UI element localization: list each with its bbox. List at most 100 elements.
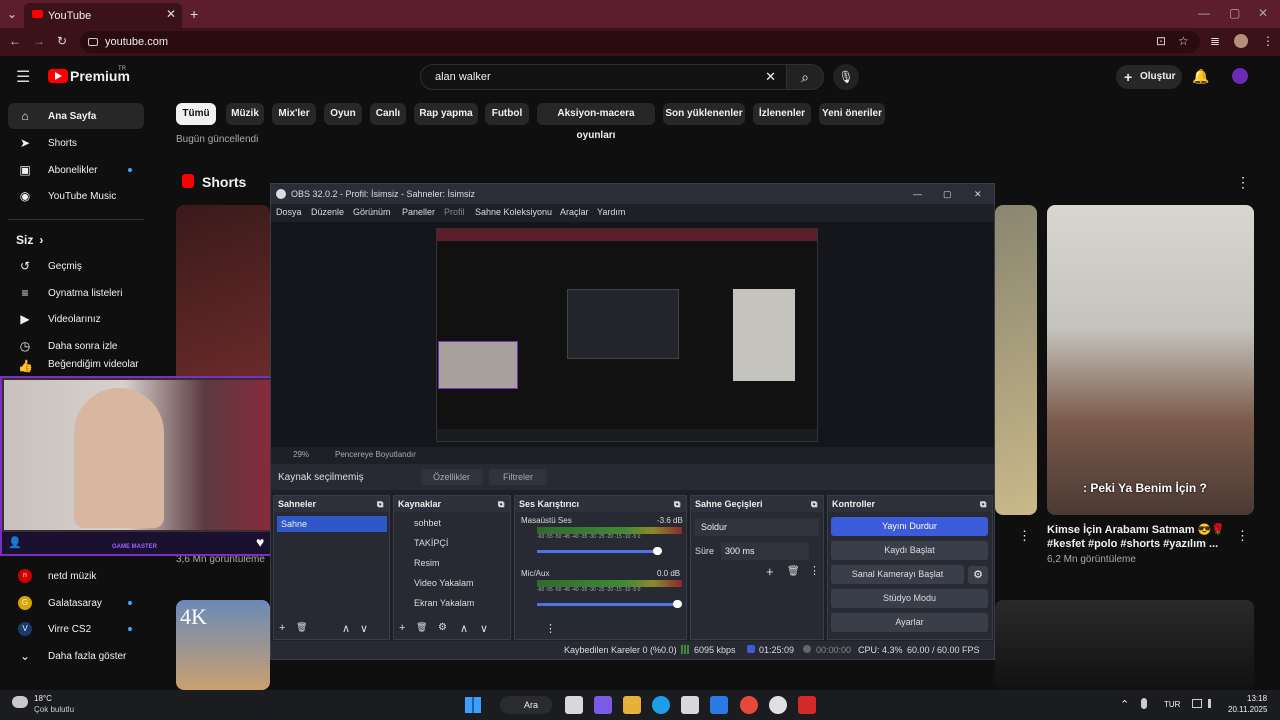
taskbar-search[interactable]: Ara [500, 696, 552, 714]
dock-float-icon[interactable]: ⧉ [377, 496, 383, 512]
url-field[interactable]: youtube.com [80, 31, 1200, 53]
stop-streaming-button[interactable]: Yayını Durdur [831, 517, 988, 536]
clear-search-icon[interactable]: ✕ [765, 65, 776, 89]
move-down-icon[interactable]: ∨ [480, 622, 488, 635]
show-more-button[interactable]: ⌄ Daha fazla göster [8, 643, 144, 669]
language-indicator[interactable]: TUR [1164, 700, 1180, 709]
menu-docks[interactable]: Paneller [402, 207, 435, 217]
install-icon[interactable]: ⊡ [1156, 34, 1166, 48]
app-icon[interactable] [798, 696, 816, 714]
sidebar-item-watch-later[interactable]: ◷ Daha sonra izle [8, 333, 144, 359]
move-up-icon[interactable]: ∧ [342, 622, 350, 635]
chip-action-adventure[interactable]: Aksiyon-macera oyunları [537, 103, 655, 141]
add-transition-icon[interactable]: + [766, 564, 774, 579]
transition-select[interactable]: Soldur [695, 518, 819, 536]
weather-icon[interactable] [12, 696, 28, 708]
notifications-bell-icon[interactable]: 🔔 [1192, 68, 1209, 85]
microphone-icon[interactable] [1141, 698, 1147, 709]
window-maximize-button[interactable]: ▢ [1229, 6, 1240, 20]
add-scene-icon[interactable]: + [279, 622, 285, 634]
studio-mode-button[interactable]: Stüdyo Modu [831, 589, 988, 608]
volume-slider[interactable] [537, 603, 679, 606]
hamburger-menu-icon[interactable]: ☰ [16, 67, 30, 87]
sidebar-item-shorts[interactable]: ➤ Shorts [8, 130, 144, 156]
start-recording-button[interactable]: Kaydı Başlat [831, 541, 988, 560]
zoom-fit-label[interactable]: Pencereye Boyutlandır [335, 450, 416, 459]
start-virtual-camera-button[interactable]: Sanal Kamerayı Başlat [831, 565, 964, 584]
source-item[interactable]: sohbet [396, 514, 512, 532]
windows-start-icon[interactable] [465, 697, 481, 713]
volume-slider-handle[interactable] [653, 547, 662, 555]
remove-source-icon[interactable]: 🗑 [416, 622, 427, 633]
sidebar-sub-netd[interactable]: n netd müzik [8, 563, 144, 589]
obs-taskbar-icon[interactable] [769, 696, 787, 714]
site-info-icon[interactable] [88, 38, 98, 46]
sidebar-item-history[interactable]: ↺ Geçmiş [8, 253, 144, 279]
remove-scene-icon[interactable]: 🗑 [296, 622, 307, 633]
short-right-menu-icon[interactable]: ⋮ [1236, 528, 1249, 544]
obs-minimize-button[interactable]: — [913, 184, 922, 204]
dock-float-icon[interactable]: ⧉ [980, 496, 986, 512]
chip-mixes[interactable]: Mix'ler [272, 103, 316, 125]
dock-float-icon[interactable]: ⧉ [498, 496, 504, 512]
dock-float-icon[interactable]: ⧉ [674, 496, 680, 512]
menu-edit[interactable]: Düzenle [311, 207, 344, 217]
chip-live[interactable]: Canlı [370, 103, 406, 125]
source-item[interactable]: Resim [396, 554, 512, 572]
mail-icon[interactable] [710, 696, 728, 714]
obs-preview[interactable] [271, 222, 994, 447]
video-thumbnail-4k[interactable]: 4K [176, 600, 270, 690]
account-avatar[interactable] [1232, 68, 1248, 84]
menu-view[interactable]: Görünüm [353, 207, 391, 217]
tray-overflow-icon[interactable]: ⌃ [1120, 698, 1129, 711]
short-thumbnail-mid[interactable] [995, 205, 1037, 515]
store-icon[interactable] [681, 696, 699, 714]
short-right-title[interactable]: Kimse İçin Arabamı Satmam 😎🌹 #kesfet #po… [1047, 523, 1227, 551]
media-control-icon[interactable]: ≣ [1210, 34, 1220, 48]
sidebar-sub-galatasaray[interactable]: G Galatasaray [8, 590, 144, 616]
chip-gaming[interactable]: Oyun [324, 103, 362, 125]
window-close-button[interactable]: ✕ [1258, 6, 1268, 20]
browser-menu-icon[interactable]: ⋮ [1262, 34, 1274, 48]
menu-file[interactable]: Dosya [276, 207, 302, 217]
source-settings-icon[interactable]: ⚙ [438, 622, 447, 633]
sidebar-item-playlists[interactable]: ≡ Oynatma listeleri [8, 280, 144, 306]
virtual-camera-settings-icon[interactable]: ⚙ [968, 566, 988, 584]
tab-menu-icon[interactable]: ⌄ [7, 7, 17, 21]
shorts-more-icon[interactable]: ⋮ [1236, 174, 1250, 191]
settings-button[interactable]: Ayarlar [831, 613, 988, 632]
edge-icon[interactable] [652, 696, 670, 714]
dock-float-icon[interactable]: ⧉ [811, 496, 817, 512]
source-item[interactable]: Ekran Yakalam [396, 594, 512, 612]
sidebar-item-your-videos[interactable]: ▶ Videolarınız [8, 306, 144, 332]
volume-slider-handle[interactable] [673, 600, 682, 608]
sidebar-item-subscriptions[interactable]: ▣ Abonelikler [8, 157, 144, 183]
sidebar-you-heading[interactable]: Siz › [8, 227, 144, 253]
source-item[interactable]: TAKİPÇİ [396, 534, 512, 552]
source-item[interactable]: Video Yakalam [396, 574, 512, 592]
properties-button[interactable]: Özellikler [421, 469, 483, 485]
chip-rap[interactable]: Rap yapma [414, 103, 478, 125]
add-source-icon[interactable]: + [399, 622, 405, 634]
task-view-icon[interactable] [565, 696, 583, 714]
sidebar-item-youtube-music[interactable]: ◉ YouTube Music [8, 183, 144, 209]
chip-football[interactable]: Futbol [485, 103, 529, 125]
youtube-logo-icon[interactable] [48, 69, 68, 83]
clock-date[interactable]: 20.11.2025 [1228, 705, 1267, 714]
forward-icon[interactable]: → [33, 34, 45, 48]
menu-tools[interactable]: Araçlar [560, 207, 589, 217]
new-tab-button[interactable]: + [190, 6, 198, 22]
search-button[interactable]: ⌕ [786, 64, 824, 90]
move-down-icon[interactable]: ∨ [360, 622, 368, 635]
profile-avatar[interactable] [1234, 34, 1248, 48]
remove-transition-icon[interactable]: 🗑 [787, 566, 800, 577]
tab-youtube[interactable]: YouTube ✕ [24, 3, 182, 28]
copilot-icon[interactable] [594, 696, 612, 714]
volume-slider[interactable] [537, 550, 657, 553]
tab-close-icon[interactable]: ✕ [166, 7, 176, 21]
chip-all[interactable]: Tümü [176, 103, 216, 125]
volume-icon[interactable] [1208, 699, 1218, 708]
bookmark-icon[interactable]: ☆ [1178, 34, 1189, 48]
short-thumbnail-right[interactable]: : Peki Ya Benim İçin ? [1047, 205, 1254, 515]
menu-help[interactable]: Yardım [597, 207, 625, 217]
